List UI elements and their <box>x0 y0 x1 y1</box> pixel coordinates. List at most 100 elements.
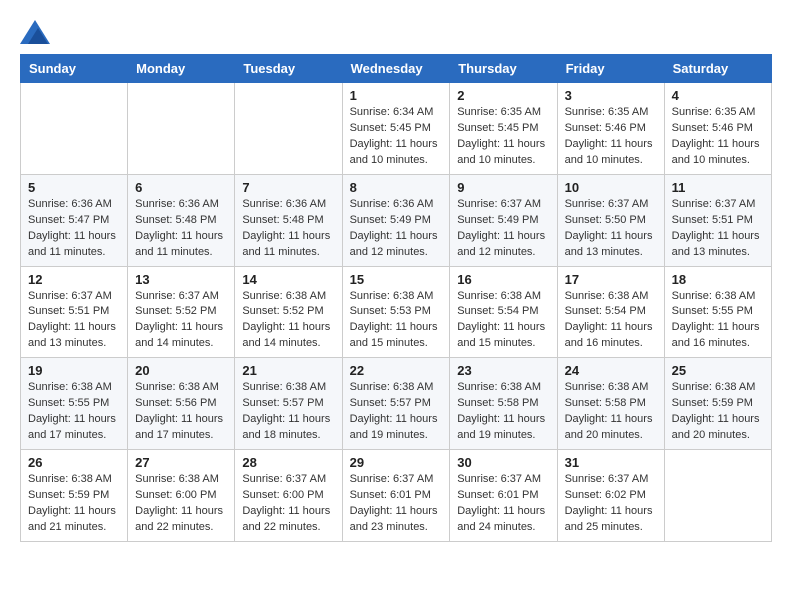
calendar-table: SundayMondayTuesdayWednesdayThursdayFrid… <box>20 54 772 542</box>
calendar-cell: 23Sunrise: 6:38 AM Sunset: 5:58 PM Dayli… <box>450 358 557 450</box>
calendar-cell: 31 Sunrise: 6:37 AM Sunset: 6:02 PM Dayli… <box>557 450 664 542</box>
calendar-cell: 29 Sunrise: 6:37 AM Sunset: 6:01 PM Dayli… <box>342 450 450 542</box>
day-number: 6 <box>135 180 227 195</box>
day-number: 27 <box>135 455 227 470</box>
day-info: Sunrise: 6:38 AM Sunset: 5:59 PM Dayligh… <box>28 472 120 536</box>
calendar-cell: 11 Sunrise: 6:37 AM Sunset: 5:51 PM Dayli… <box>664 174 771 266</box>
calendar-cell <box>128 83 235 175</box>
calendar-week-row: 19 Sunrise: 6:38 AM Sunset: 5:55 PM Dayli… <box>21 358 772 450</box>
day-number: 30 <box>457 455 549 470</box>
day-number: 24 <box>565 363 657 378</box>
calendar-cell <box>664 450 771 542</box>
day-number: 31 <box>565 455 657 470</box>
calendar-cell: 16 Sunrise: 6:38 AM Sunset: 5:54 PM Dayli… <box>450 266 557 358</box>
day-info: Sunrise: 6:37 AM Sunset: 5:51 PM Dayligh… <box>672 197 764 261</box>
calendar-cell: 5 Sunrise: 6:36 AM Sunset: 5:47 PM Daylig… <box>21 174 128 266</box>
day-info: Sunrise: 6:38 AM Sunset: 5:55 PM Dayligh… <box>672 289 764 353</box>
logo-icon <box>20 20 50 44</box>
day-info: Sunrise: 6:34 AM Sunset: 5:45 PM Dayligh… <box>350 105 443 169</box>
day-of-week-header: Monday <box>128 55 235 83</box>
day-info: Sunrise: 6:36 AM Sunset: 5:48 PM Dayligh… <box>242 197 334 261</box>
day-number: 29 <box>350 455 443 470</box>
calendar-cell: 28 Sunrise: 6:37 AM Sunset: 6:00 PM Dayli… <box>235 450 342 542</box>
day-info: Sunrise: 6:37 AM Sunset: 5:49 PM Dayligh… <box>457 197 549 261</box>
day-of-week-header: Thursday <box>450 55 557 83</box>
calendar-cell: 18 Sunrise: 6:38 AM Sunset: 5:55 PM Dayli… <box>664 266 771 358</box>
day-info: Sunrise: 6:38 AM Sunset: 5:56 PM Dayligh… <box>135 380 227 444</box>
calendar-cell: 14 Sunrise: 6:38 AM Sunset: 5:52 PM Dayli… <box>235 266 342 358</box>
day-of-week-header: Friday <box>557 55 664 83</box>
calendar-cell: 2 Sunrise: 6:35 AM Sunset: 5:45 PM Daylig… <box>450 83 557 175</box>
day-info: Sunrise: 6:35 AM Sunset: 5:46 PM Dayligh… <box>672 105 764 169</box>
day-number: 10 <box>565 180 657 195</box>
calendar-cell: 9 Sunrise: 6:37 AM Sunset: 5:49 PM Daylig… <box>450 174 557 266</box>
calendar-cell: 15Sunrise: 6:38 AM Sunset: 5:53 PM Dayli… <box>342 266 450 358</box>
calendar-cell: 19 Sunrise: 6:38 AM Sunset: 5:55 PM Dayli… <box>21 358 128 450</box>
day-of-week-header: Wednesday <box>342 55 450 83</box>
day-info: Sunrise: 6:37 AM Sunset: 6:01 PM Dayligh… <box>350 472 443 536</box>
day-info: Sunrise: 6:38 AM Sunset: 5:52 PM Dayligh… <box>242 289 334 353</box>
day-number: 22 <box>350 363 443 378</box>
calendar-header-row: SundayMondayTuesdayWednesdayThursdayFrid… <box>21 55 772 83</box>
calendar-cell: 20Sunrise: 6:38 AM Sunset: 5:56 PM Dayli… <box>128 358 235 450</box>
day-info: Sunrise: 6:35 AM Sunset: 5:46 PM Dayligh… <box>565 105 657 169</box>
day-of-week-header: Saturday <box>664 55 771 83</box>
day-number: 4 <box>672 88 764 103</box>
day-number: 17 <box>565 272 657 287</box>
day-info: Sunrise: 6:37 AM Sunset: 5:51 PM Dayligh… <box>28 289 120 353</box>
day-of-week-header: Sunday <box>21 55 128 83</box>
calendar-cell: 13 Sunrise: 6:37 AM Sunset: 5:52 PM Dayli… <box>128 266 235 358</box>
calendar-cell <box>21 83 128 175</box>
day-info: Sunrise: 6:37 AM Sunset: 6:01 PM Dayligh… <box>457 472 549 536</box>
day-number: 25 <box>672 363 764 378</box>
calendar-cell: 4 Sunrise: 6:35 AM Sunset: 5:46 PM Daylig… <box>664 83 771 175</box>
calendar-week-row: 12 Sunrise: 6:37 AM Sunset: 5:51 PM Dayli… <box>21 266 772 358</box>
day-number: 21 <box>242 363 334 378</box>
day-info: Sunrise: 6:38 AM Sunset: 6:00 PM Dayligh… <box>135 472 227 536</box>
day-number: 13 <box>135 272 227 287</box>
calendar-cell: 30 Sunrise: 6:37 AM Sunset: 6:01 PM Dayli… <box>450 450 557 542</box>
day-number: 2 <box>457 88 549 103</box>
day-info: Sunrise: 6:38 AM Sunset: 5:57 PM Dayligh… <box>242 380 334 444</box>
day-number: 5 <box>28 180 120 195</box>
calendar-cell: 12 Sunrise: 6:37 AM Sunset: 5:51 PM Dayli… <box>21 266 128 358</box>
day-info: Sunrise: 6:37 AM Sunset: 5:52 PM Dayligh… <box>135 289 227 353</box>
calendar-week-row: 26 Sunrise: 6:38 AM Sunset: 5:59 PM Dayli… <box>21 450 772 542</box>
day-info: Sunrise: 6:38 AM Sunset: 5:57 PM Dayligh… <box>350 380 443 444</box>
calendar-cell: 7 Sunrise: 6:36 AM Sunset: 5:48 PM Daylig… <box>235 174 342 266</box>
day-number: 26 <box>28 455 120 470</box>
day-number: 7 <box>242 180 334 195</box>
calendar-week-row: 1 Sunrise: 6:34 AM Sunset: 5:45 PM Daylig… <box>21 83 772 175</box>
day-number: 11 <box>672 180 764 195</box>
calendar-cell <box>235 83 342 175</box>
calendar-cell: 25 Sunrise: 6:38 AM Sunset: 5:59 PM Dayli… <box>664 358 771 450</box>
day-info: Sunrise: 6:38 AM Sunset: 5:59 PM Dayligh… <box>672 380 764 444</box>
day-info: Sunrise: 6:36 AM Sunset: 5:48 PM Dayligh… <box>135 197 227 261</box>
calendar-cell: 8Sunrise: 6:36 AM Sunset: 5:49 PM Daylig… <box>342 174 450 266</box>
day-info: Sunrise: 6:37 AM Sunset: 6:00 PM Dayligh… <box>242 472 334 536</box>
day-number: 19 <box>28 363 120 378</box>
calendar-cell: 6 Sunrise: 6:36 AM Sunset: 5:48 PM Daylig… <box>128 174 235 266</box>
day-number: 16 <box>457 272 549 287</box>
day-number: 23 <box>457 363 549 378</box>
calendar-cell: 21 Sunrise: 6:38 AM Sunset: 5:57 PM Dayli… <box>235 358 342 450</box>
day-number: 28 <box>242 455 334 470</box>
day-number: 1 <box>350 88 443 103</box>
day-info: Sunrise: 6:37 AM Sunset: 6:02 PM Dayligh… <box>565 472 657 536</box>
day-number: 3 <box>565 88 657 103</box>
day-info: Sunrise: 6:36 AM Sunset: 5:47 PM Dayligh… <box>28 197 120 261</box>
day-number: 14 <box>242 272 334 287</box>
day-info: Sunrise: 6:36 AM Sunset: 5:49 PM Dayligh… <box>350 197 443 261</box>
calendar-cell: 3 Sunrise: 6:35 AM Sunset: 5:46 PM Daylig… <box>557 83 664 175</box>
day-of-week-header: Tuesday <box>235 55 342 83</box>
day-info: Sunrise: 6:38 AM Sunset: 5:54 PM Dayligh… <box>457 289 549 353</box>
calendar-cell: 27 Sunrise: 6:38 AM Sunset: 6:00 PM Dayli… <box>128 450 235 542</box>
day-number: 15 <box>350 272 443 287</box>
day-info: Sunrise: 6:35 AM Sunset: 5:45 PM Dayligh… <box>457 105 549 169</box>
day-info: Sunrise: 6:37 AM Sunset: 5:50 PM Dayligh… <box>565 197 657 261</box>
day-number: 12 <box>28 272 120 287</box>
day-number: 9 <box>457 180 549 195</box>
day-info: Sunrise: 6:38 AM Sunset: 5:55 PM Dayligh… <box>28 380 120 444</box>
day-number: 18 <box>672 272 764 287</box>
day-info: Sunrise: 6:38 AM Sunset: 5:58 PM Dayligh… <box>565 380 657 444</box>
